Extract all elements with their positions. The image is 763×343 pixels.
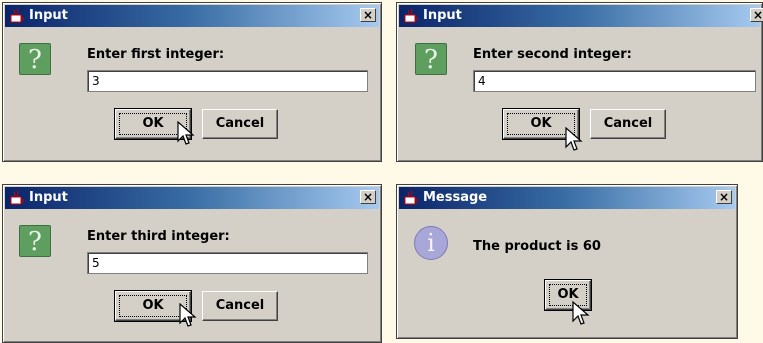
title-bar[interactable]: Input × <box>5 5 379 27</box>
info-icon: i <box>414 226 448 260</box>
cancel-label: Cancel <box>215 116 265 131</box>
window-title: Input <box>423 8 462 23</box>
java-cup-icon <box>404 190 418 205</box>
close-button[interactable]: × <box>716 190 732 204</box>
cancel-label: Cancel <box>603 116 653 131</box>
window-title: Input <box>29 8 68 23</box>
integer-input[interactable]: 3 <box>87 70 368 92</box>
question-icon: ? <box>19 43 51 75</box>
title-bar[interactable]: Input × <box>5 187 379 209</box>
dialog-message: Message × i The product is 60 OK <box>396 184 738 339</box>
mouse-pointer-icon <box>177 121 195 145</box>
close-button[interactable]: × <box>360 8 376 22</box>
java-cup-icon <box>10 190 24 205</box>
window-title: Message <box>423 190 488 205</box>
prompt-label: Enter first integer: <box>87 47 225 62</box>
java-cup-icon <box>10 8 24 23</box>
java-cup-icon <box>404 8 418 23</box>
close-button[interactable]: × <box>750 8 763 22</box>
integer-input[interactable]: 4 <box>473 70 756 92</box>
focus-ring <box>119 295 187 317</box>
dialog-third-integer: Input × ? Enter third integer: 5 OK Canc… <box>2 184 382 343</box>
dialog-first-integer: Input × ? Enter first integer: 3 OK Canc… <box>2 2 382 162</box>
close-icon: × <box>718 190 730 204</box>
close-icon: × <box>362 8 374 22</box>
mouse-pointer-icon <box>565 127 583 151</box>
close-button[interactable]: × <box>360 190 376 204</box>
mouse-pointer-icon <box>179 303 197 327</box>
window-title: Input <box>29 190 68 205</box>
close-icon: × <box>752 8 763 22</box>
integer-input[interactable]: 5 <box>87 252 368 274</box>
title-bar[interactable]: Message × <box>399 187 735 209</box>
cancel-button[interactable]: Cancel <box>202 109 278 139</box>
cancel-button[interactable]: Cancel <box>202 291 278 321</box>
message-label: The product is 60 <box>473 239 601 254</box>
close-icon: × <box>362 190 374 204</box>
title-bar[interactable]: Input × <box>399 5 763 27</box>
question-icon: ? <box>19 225 51 257</box>
question-icon: ? <box>415 43 447 75</box>
dialog-second-integer: Input × ? Enter second integer: 4 OK Can… <box>396 2 763 162</box>
prompt-label: Enter second integer: <box>473 47 632 62</box>
cancel-label: Cancel <box>215 298 265 313</box>
cancel-button[interactable]: Cancel <box>590 109 666 139</box>
mouse-pointer-icon <box>572 301 590 325</box>
prompt-label: Enter third integer: <box>87 229 230 244</box>
